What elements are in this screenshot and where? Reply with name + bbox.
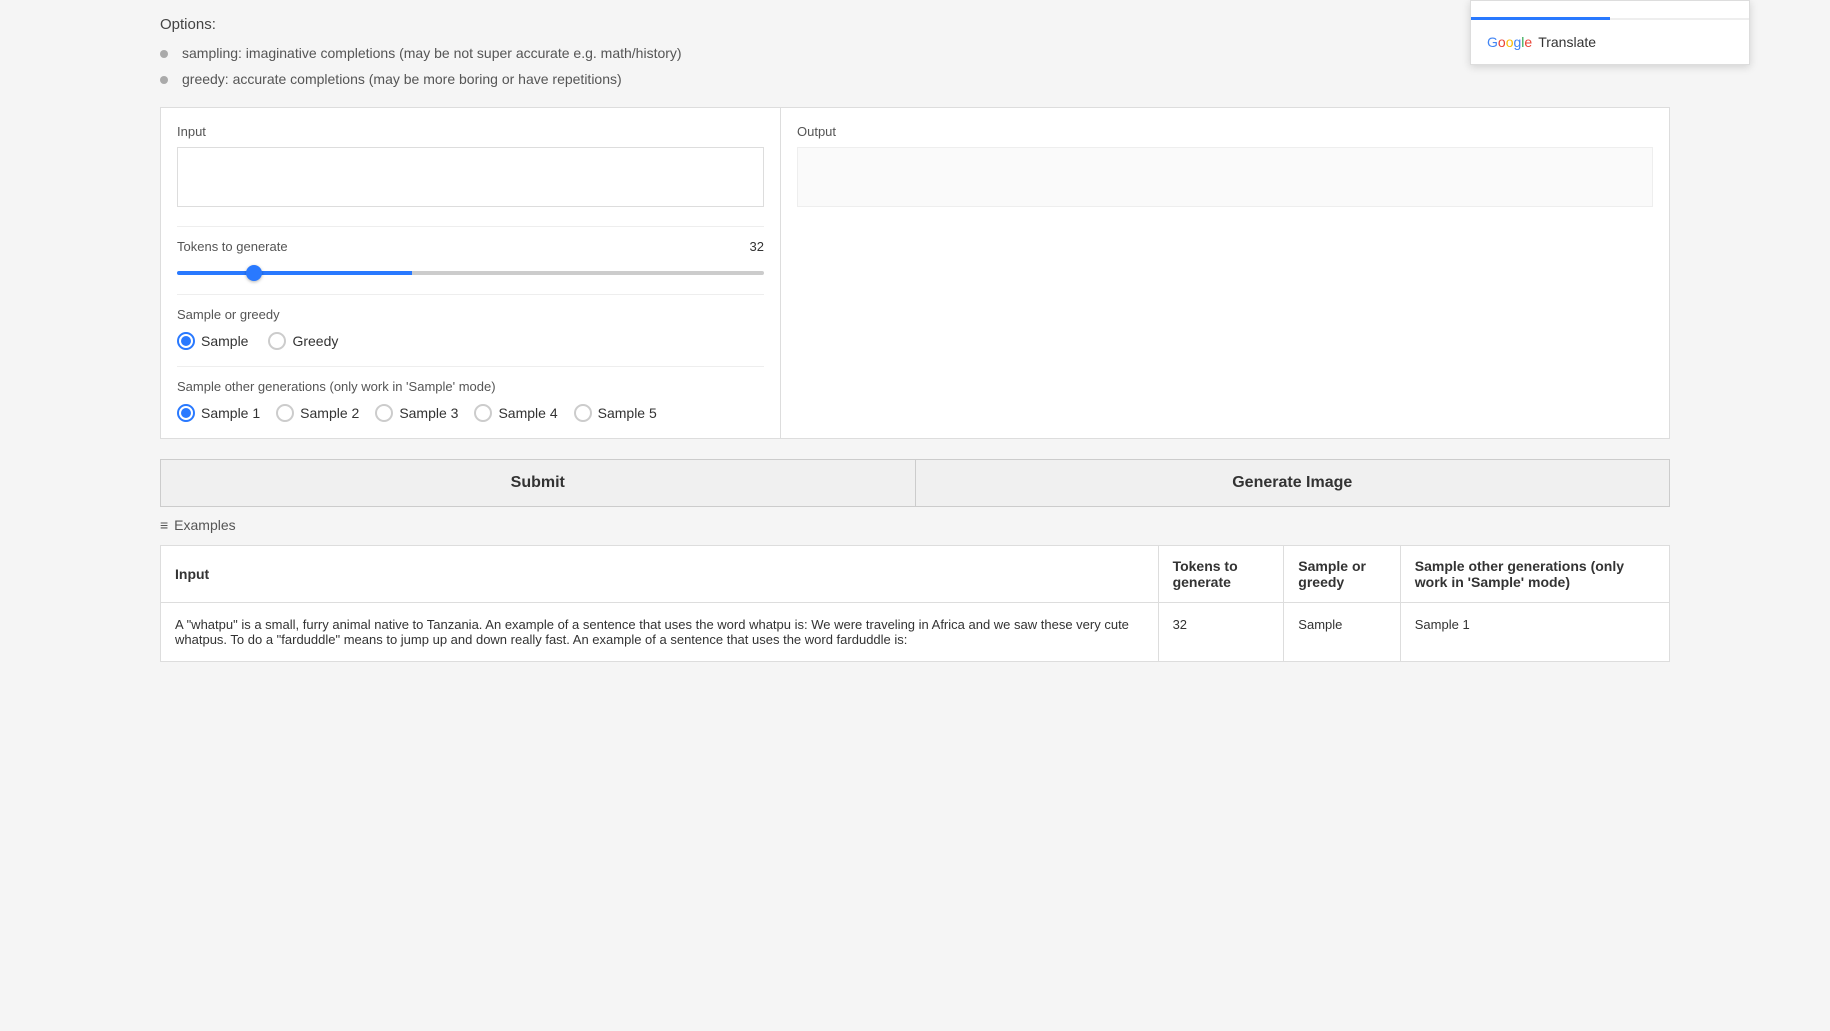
output-label: Output — [797, 124, 1653, 139]
sample-gen-label: Sample other generations (only work in '… — [177, 379, 764, 394]
google-o1: o — [1498, 34, 1506, 50]
col-input: Input — [161, 546, 1159, 603]
buttons-row: Submit Generate Image — [160, 459, 1670, 507]
google-e: e — [1524, 34, 1532, 50]
slider-container — [177, 262, 764, 278]
google-translate-popup: Google Translate — [1470, 0, 1750, 65]
gt-content: Google Translate — [1471, 20, 1749, 64]
bullet-text: greedy: accurate completions (may be mor… — [182, 71, 622, 87]
bullet-dot — [160, 50, 168, 58]
tokens-value: 32 — [750, 239, 764, 254]
list-item: sampling: imaginative completions (may b… — [160, 45, 1670, 61]
google-logo: Google — [1487, 34, 1532, 50]
sample-gen-section: Sample other generations (only work in '… — [177, 366, 764, 422]
list-item: greedy: accurate completions (may be mor… — [160, 71, 1670, 87]
examples-icon: ≡ — [160, 517, 168, 533]
sample5-radio-option[interactable]: Sample 5 — [574, 404, 657, 422]
examples-section: ≡ Examples Input Tokens to generate Samp… — [160, 517, 1670, 662]
bullet-dot — [160, 76, 168, 84]
bullet-text: sampling: imaginative completions (may b… — [182, 45, 682, 61]
gt-tab-bar — [1471, 1, 1749, 20]
generate-image-button[interactable]: Generate Image — [916, 459, 1671, 507]
examples-label: Examples — [174, 517, 235, 533]
sample1-radio-option[interactable]: Sample 1 — [177, 404, 260, 422]
table-header-row: Input Tokens to generate Sample or greed… — [161, 546, 1670, 603]
gt-tab-inactive[interactable] — [1610, 1, 1749, 18]
greedy-radio-option[interactable]: Greedy — [268, 332, 338, 350]
google-g: G — [1487, 34, 1498, 50]
examples-table: Input Tokens to generate Sample or greed… — [160, 545, 1670, 662]
col-sample-greedy: Sample or greedy — [1284, 546, 1400, 603]
tokens-slider[interactable] — [177, 271, 764, 275]
greedy-radio-label: Greedy — [292, 333, 338, 349]
sample-radio-label: Sample — [201, 333, 248, 349]
sample-radio-option[interactable]: Sample — [177, 332, 248, 350]
sample1-label: Sample 1 — [201, 405, 260, 421]
gt-tab-active[interactable] — [1471, 1, 1610, 20]
sample5-radio-btn — [574, 404, 592, 422]
table-row: A "whatpu" is a small, furry animal nati… — [161, 603, 1670, 662]
row-sample-gen: Sample 1 — [1400, 603, 1669, 662]
main-interface: Input Tokens to generate 32 Sample or gr… — [160, 107, 1670, 439]
options-list: sampling: imaginative completions (may b… — [160, 45, 1670, 87]
sample3-radio-btn — [375, 404, 393, 422]
sample5-label: Sample 5 — [598, 405, 657, 421]
input-textarea[interactable] — [177, 147, 764, 207]
options-heading: Options: — [160, 16, 1670, 33]
output-panel: Output — [781, 108, 1669, 438]
col-tokens: Tokens to generate — [1158, 546, 1284, 603]
output-area — [797, 147, 1653, 207]
input-panel: Input Tokens to generate 32 Sample or gr… — [161, 108, 781, 438]
col-sample-gen: Sample other generations (only work in '… — [1400, 546, 1669, 603]
submit-button[interactable]: Submit — [160, 459, 916, 507]
translate-text: Translate — [1538, 34, 1596, 50]
sample4-radio-btn — [474, 404, 492, 422]
greedy-radio-btn — [268, 332, 286, 350]
sample-greedy-label: Sample or greedy — [177, 307, 764, 322]
tokens-section: Tokens to generate 32 — [177, 226, 764, 278]
sample2-label: Sample 2 — [300, 405, 359, 421]
tokens-label: Tokens to generate — [177, 239, 288, 254]
row-input: A "whatpu" is a small, furry animal nati… — [161, 603, 1159, 662]
sample3-radio-option[interactable]: Sample 3 — [375, 404, 458, 422]
sample-greedy-section: Sample or greedy Sample Greedy — [177, 294, 764, 350]
sample4-radio-option[interactable]: Sample 4 — [474, 404, 557, 422]
sample2-radio-btn — [276, 404, 294, 422]
sample2-radio-option[interactable]: Sample 2 — [276, 404, 359, 422]
sample-greedy-group: Sample Greedy — [177, 332, 764, 350]
sample4-label: Sample 4 — [498, 405, 557, 421]
sample-gen-group: Sample 1 Sample 2 Sample 3 Sample 4 — [177, 404, 764, 422]
sample-radio-btn — [177, 332, 195, 350]
tokens-header: Tokens to generate 32 — [177, 239, 764, 254]
sample1-radio-btn — [177, 404, 195, 422]
input-label: Input — [177, 124, 764, 139]
row-sample-greedy: Sample — [1284, 603, 1400, 662]
row-tokens: 32 — [1158, 603, 1284, 662]
examples-heading: ≡ Examples — [160, 517, 1670, 533]
sample3-label: Sample 3 — [399, 405, 458, 421]
